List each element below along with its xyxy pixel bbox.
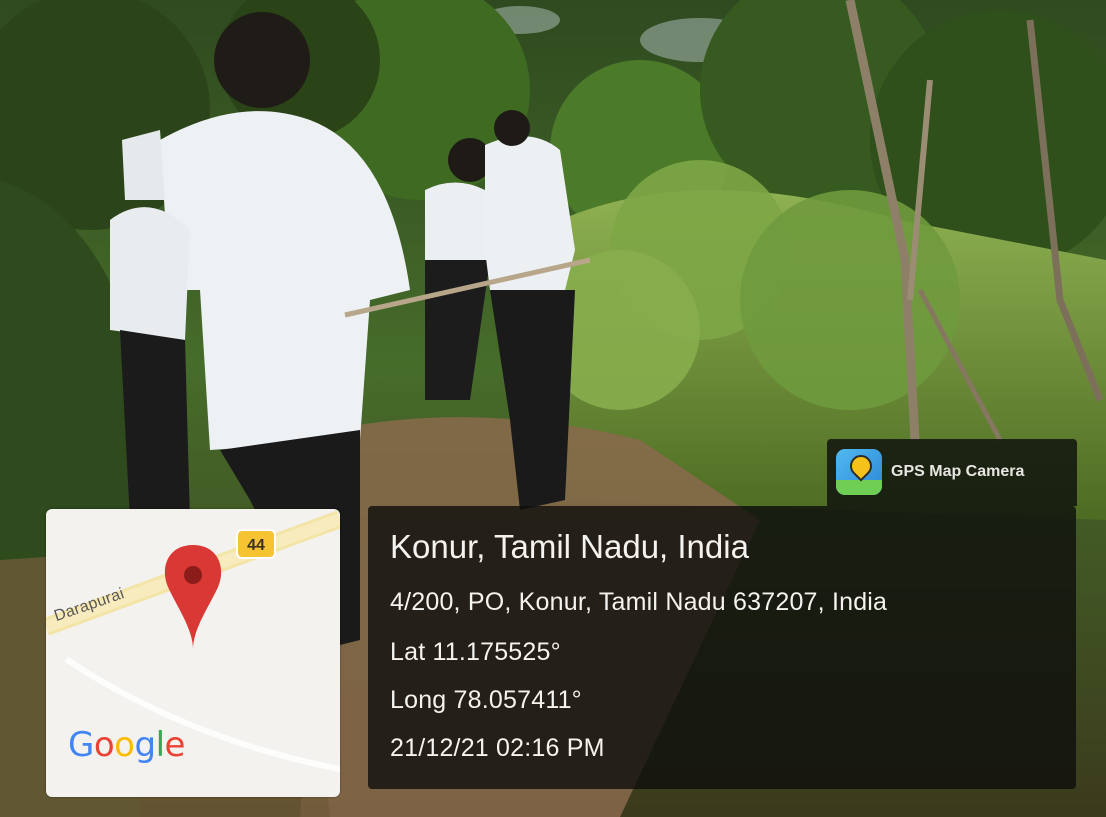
map-thumbnail: Darapurai 44 Google [46,509,340,797]
gps-map-camera-badge: GPS Map Camera [827,439,1077,506]
gps-map-camera-app-icon [836,449,882,495]
longitude-value: Long 78.057411° [390,686,582,714]
capture-timestamp: 21/12/21 02:16 PM [390,734,605,762]
map-brand-letter: g [134,725,156,765]
location-title: Konur, Tamil Nadu, India [390,528,749,565]
map-brand-letter: o [114,725,135,765]
map-brand-letter: e [164,725,186,765]
location-pin-icon [164,545,222,649]
latitude-value: Lat 11.175525° [390,638,561,666]
map-brand-letter: l [155,725,165,765]
map-brand-letter: G [68,725,94,765]
location-address: 4/200, PO, Konur, Tamil Nadu 637207, Ind… [390,588,888,616]
geotagged-photo: Darapurai 44 Google GPS Map Camera Konur… [0,0,1106,817]
app-name: GPS Map Camera [891,463,1025,480]
map-brand-letter: o [93,725,115,765]
highway-number-badge: 44 [236,529,276,559]
location-info-panel: Konur, Tamil Nadu, India 4/200, PO, Konu… [368,506,1076,789]
map-brand-logo: Google [68,725,185,765]
